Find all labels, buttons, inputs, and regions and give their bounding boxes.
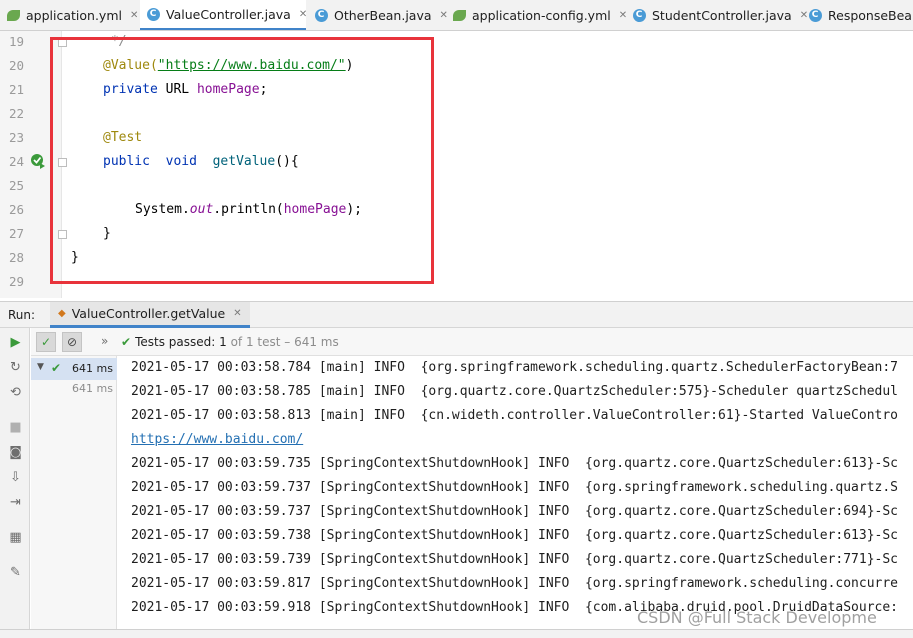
run-tab-label: ValueController.getValue [71,306,226,321]
chevron-down-icon[interactable]: ▼ [37,362,44,372]
expand-toolbar-icon[interactable]: » [101,334,108,348]
line-number: 26 [8,202,24,217]
passed-check-icon: ✔ [51,361,62,375]
line-number: 23 [8,130,24,145]
toggle-auto-test-icon[interactable]: ⟲ [7,384,24,401]
tab-value-controller[interactable]: C ValueController.java ✕ [140,0,307,30]
tab-label: application.yml [26,7,122,23]
pin-icon[interactable]: ✎ [7,564,24,581]
console-line: 2021-05-17 00:03:59.739 [SpringContextSh… [131,552,899,567]
tab-other-bean[interactable]: C OtherBean.java ✕ [308,0,448,30]
code-line-27: } [103,226,111,241]
line-number: 28 [8,250,24,265]
close-icon[interactable]: ✕ [299,9,307,20]
yml-file-icon [6,8,20,22]
tests-passed-label: Tests passed: [135,335,216,349]
line-number: 29 [8,274,24,289]
tests-count: 1 [219,335,227,349]
rerun-failed-icon[interactable]: ↻ [7,359,24,376]
java-class-icon: C [632,8,646,22]
editor-tab-bar: application.yml ✕ C ValueController.java… [0,0,913,31]
code-line-23: @Test [103,130,143,145]
line-number: 25 [8,178,24,193]
show-ignored-icon[interactable]: ⊘ [62,332,82,352]
run-test-icon[interactable] [30,153,46,169]
console-line: 2021-05-17 00:03:58.784 [main] INFO {org… [131,360,899,375]
line-number: 19 [8,34,24,49]
tab-application-yml[interactable]: application.yml ✕ [0,0,138,30]
test-time: 641 ms [72,362,113,375]
test-tree-root[interactable]: ▼ ✔ 641 ms [31,358,117,380]
console-line: https://www.baidu.com/ [131,432,303,447]
tab-run-configuration[interactable]: ◆ ValueController.getValue ✕ [50,302,250,328]
code-line-26: System.out.println(homePage); [135,202,363,217]
test-status: ✔ Tests passed: 1 of 1 test – 641 ms [121,335,339,349]
import-tests-icon[interactable]: ⇩ [7,469,24,486]
line-number: 20 [8,58,24,73]
console-line: 2021-05-17 00:03:59.737 [SpringContextSh… [131,480,899,495]
line-number: 22 [8,106,24,121]
code-line-28: } [71,250,79,265]
tab-student-controller[interactable]: C StudentController.java ✕ [626,0,808,30]
code-line-19: */ [111,34,127,49]
tests-summary: of 1 test – 641 ms [230,335,339,349]
test-tree-child[interactable]: 641 ms [31,380,117,400]
console-line: 2021-05-17 00:03:59.737 [SpringContextSh… [131,504,899,519]
fold-marker-icon[interactable] [58,230,67,239]
console-line: 2021-05-17 00:03:59.735 [SpringContextSh… [131,456,899,471]
code-line-24: public void getValue(){ [103,154,299,169]
tab-application-config-yml[interactable]: application-config.yml ✕ [446,0,627,30]
fold-marker-icon[interactable] [58,38,67,47]
export-icon[interactable]: ⇥ [7,494,24,511]
tab-response-bean[interactable]: C ResponseBean [802,0,913,30]
run-side-toolbar: ▶ ↻ ⟲ ■ ◙ ⇩ ⇥ ▦ ✎ [0,328,30,638]
fold-marker-icon[interactable] [58,158,67,167]
console-line: 2021-05-17 00:03:58.813 [main] INFO {cn.… [131,408,899,423]
stop-icon[interactable]: ■ [7,419,24,436]
test-tree[interactable]: ▼ ✔ 641 ms 641 ms [31,356,117,638]
close-icon[interactable]: ✕ [233,308,241,319]
watermark: CSDN @Full Stack Developme [637,608,877,627]
line-number: 24 [8,154,24,169]
tab-label: ValueController.java [166,6,291,22]
console-line: 2021-05-17 00:03:59.738 [SpringContextSh… [131,528,899,543]
line-number: 21 [8,82,24,97]
tab-label: StudentController.java [652,7,792,23]
show-passed-icon[interactable]: ✓ [36,332,56,352]
java-class-icon: C [808,8,822,22]
close-icon[interactable]: ✕ [130,10,138,21]
rerun-icon[interactable]: ▶ [7,334,24,351]
tab-label: application-config.yml [472,7,611,23]
camera-icon[interactable]: ◙ [7,444,24,461]
console-line: 2021-05-17 00:03:58.785 [main] INFO {org… [131,384,899,399]
code-line-20: @Value("https://www.baidu.com/") [103,58,354,73]
code-editor[interactable]: 19 20 21 22 23 24 25 26 27 28 29 */ @Val… [0,31,913,298]
status-bar [0,629,913,638]
line-number: 27 [8,226,24,241]
yml-file-icon [452,8,466,22]
passed-check-icon: ✔ [121,335,132,349]
test-time: 641 ms [72,382,113,395]
test-results-toolbar: ✓ ⊘ » ✔ Tests passed: 1 of 1 test – 641 m… [31,328,913,356]
run-panel-header: Run: ◆ ValueController.getValue ✕ [0,301,913,328]
console-line: 2021-05-17 00:03:59.817 [SpringContextSh… [131,576,899,591]
java-class-icon: C [314,8,328,22]
layout-icon[interactable]: ▦ [7,529,24,546]
tab-label: ResponseBean [828,7,913,23]
java-class-icon: C [146,7,160,21]
tab-label: OtherBean.java [334,7,432,23]
console-link[interactable]: https://www.baidu.com/ [131,432,303,447]
run-config-icon: ◆ [58,308,66,319]
run-label: Run: [8,308,36,322]
code-line-21: private URL homePage; [103,82,268,97]
console-output[interactable]: 2021-05-17 00:03:58.784 [main] INFO {org… [118,356,913,638]
